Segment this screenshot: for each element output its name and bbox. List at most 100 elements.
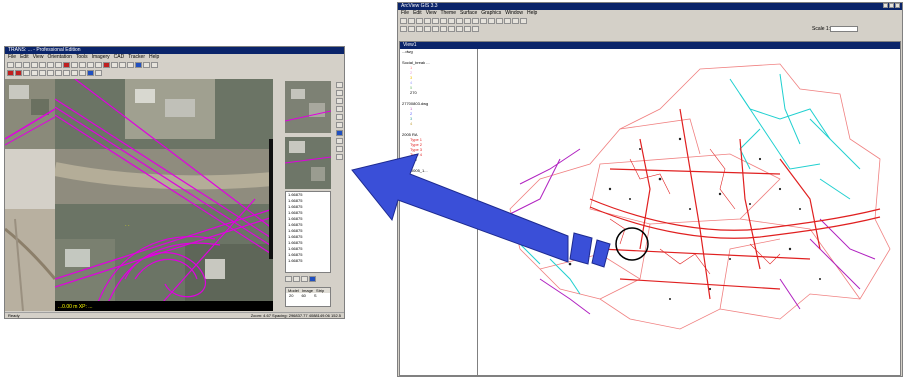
- tool-split-icon[interactable]: [335, 146, 343, 152]
- zoom-in-icon[interactable]: [71, 62, 78, 68]
- last-icon[interactable]: [31, 70, 38, 76]
- av-hotlink-icon[interactable]: [448, 26, 455, 32]
- av-clear-selection-icon[interactable]: [512, 18, 519, 24]
- back-icon[interactable]: [7, 70, 14, 76]
- grid-icon[interactable]: [143, 62, 150, 68]
- av-zoom-full-icon[interactable]: [456, 18, 463, 24]
- tool-trace-icon[interactable]: [335, 130, 343, 136]
- arcview-menu-edit[interactable]: Edit: [413, 10, 422, 17]
- arcview-menu-file[interactable]: File: [401, 10, 409, 17]
- tool-delete-icon[interactable]: [335, 122, 343, 128]
- panel-remove-button[interactable]: [293, 276, 300, 282]
- arcview-menu-graphics[interactable]: Graphics: [481, 10, 501, 17]
- tool-move-icon[interactable]: [335, 106, 343, 112]
- maximize-icon[interactable]: [889, 3, 894, 8]
- panel-apply-button[interactable]: [309, 276, 316, 282]
- overview-thumbnail-1[interactable]: [285, 81, 331, 133]
- av-vertex-icon[interactable]: [416, 26, 423, 32]
- undo-icon[interactable]: [55, 62, 62, 68]
- arcview-menu-window[interactable]: Window: [505, 10, 523, 17]
- strip-icon[interactable]: [95, 70, 102, 76]
- attribute-icon[interactable]: [79, 70, 86, 76]
- model-icon[interactable]: [87, 70, 94, 76]
- tool-snap-icon[interactable]: [335, 154, 343, 160]
- arcview-menu-surface[interactable]: Surface: [460, 10, 477, 17]
- arcview-menu-theme[interactable]: Theme: [440, 10, 456, 17]
- panel-add-button[interactable]: [285, 276, 292, 282]
- av-draw-icon[interactable]: [472, 26, 479, 32]
- av-zoom-in-icon[interactable]: [480, 18, 487, 24]
- av-measure-icon[interactable]: [440, 26, 447, 32]
- av-locate-icon[interactable]: [448, 18, 455, 24]
- minimize-icon[interactable]: [883, 3, 888, 8]
- legend-theme[interactable]: ...dwg: [400, 49, 477, 54]
- av-select-by-theme-icon[interactable]: [504, 18, 511, 24]
- arcview-menu-help[interactable]: Help: [527, 10, 537, 17]
- tool-select-icon[interactable]: [335, 82, 343, 88]
- editor-menu-orientation[interactable]: Orientation: [47, 54, 71, 61]
- epipolar-icon[interactable]: [47, 70, 54, 76]
- editor-menu-imagery[interactable]: Imagery: [92, 54, 110, 61]
- open-icon[interactable]: [15, 62, 22, 68]
- av-help-icon[interactable]: [520, 18, 527, 24]
- record-icon[interactable]: [63, 62, 70, 68]
- av-area-of-interest-icon[interactable]: [456, 26, 463, 32]
- value-list[interactable]: 1.66875 1.66875 1.66875 1.66875 1.66875 …: [285, 191, 331, 273]
- measure-icon[interactable]: [95, 62, 102, 68]
- legend-theme[interactable]: 27700005_1...: [400, 168, 477, 173]
- av-properties-icon[interactable]: [416, 18, 423, 24]
- tool-edit-icon[interactable]: [335, 98, 343, 104]
- tool-join-icon[interactable]: [335, 138, 343, 144]
- av-pointer-icon[interactable]: [408, 26, 415, 32]
- av-previous-extent-icon[interactable]: [496, 18, 503, 24]
- av-edit-legend-icon[interactable]: [424, 18, 431, 24]
- line-icon[interactable]: [111, 62, 118, 68]
- tool-rotate-icon[interactable]: [335, 114, 343, 120]
- save-icon[interactable]: [23, 62, 30, 68]
- paste-icon[interactable]: [47, 62, 54, 68]
- editor-menu-view[interactable]: View: [33, 54, 44, 61]
- stereo-icon[interactable]: [39, 70, 46, 76]
- av-zoom-tool-icon[interactable]: [424, 26, 431, 32]
- cut-icon[interactable]: [31, 62, 38, 68]
- av-zoom-out-icon[interactable]: [488, 18, 495, 24]
- overview-thumbnail-2[interactable]: [285, 137, 331, 189]
- editor-menu-tools[interactable]: Tools: [76, 54, 88, 61]
- layer-icon[interactable]: [135, 62, 142, 68]
- editor-menu-help[interactable]: Help: [149, 54, 159, 61]
- av-zoom-active-icon[interactable]: [464, 18, 471, 24]
- map-canvas[interactable]: [480, 49, 900, 375]
- av-pan-icon[interactable]: [432, 26, 439, 32]
- scale-input[interactable]: [830, 26, 858, 32]
- av-zoom-selected-icon[interactable]: [472, 18, 479, 24]
- pan-icon[interactable]: [87, 62, 94, 68]
- snap-icon[interactable]: [127, 62, 134, 68]
- close-icon[interactable]: [895, 3, 900, 8]
- settings-icon[interactable]: [151, 62, 158, 68]
- editor-menu-file[interactable]: File: [8, 54, 16, 61]
- av-table-icon[interactable]: [432, 18, 439, 24]
- tool-draw-icon[interactable]: [335, 90, 343, 96]
- zoom-out-icon[interactable]: [79, 62, 86, 68]
- av-add-theme-icon[interactable]: [408, 18, 415, 24]
- panel-up-button[interactable]: [301, 276, 308, 282]
- forward-icon[interactable]: [15, 70, 22, 76]
- editor-menu-cad[interactable]: CAD: [114, 54, 125, 61]
- av-query-icon[interactable]: [440, 18, 447, 24]
- model-grid[interactable]: Model Image Strip 20 60 S: [285, 287, 331, 307]
- feature-icon[interactable]: [71, 70, 78, 76]
- editor-menu-edit[interactable]: Edit: [20, 54, 29, 61]
- point-icon[interactable]: [103, 62, 110, 68]
- av-save-icon[interactable]: [400, 18, 407, 24]
- av-identify-icon[interactable]: [400, 26, 407, 32]
- new-icon[interactable]: [7, 62, 14, 68]
- first-icon[interactable]: [23, 70, 30, 76]
- copy-icon[interactable]: [39, 62, 46, 68]
- stereo-image-view[interactable]: · · ...0.00 m XP: ...: [55, 79, 273, 311]
- av-text-icon[interactable]: [464, 26, 471, 32]
- cursor-icon[interactable]: [55, 70, 62, 76]
- arcview-menu-view[interactable]: View: [426, 10, 437, 17]
- polygon-icon[interactable]: [119, 62, 126, 68]
- editor-menu-tracker[interactable]: Tracker: [128, 54, 145, 61]
- height-icon[interactable]: [63, 70, 70, 76]
